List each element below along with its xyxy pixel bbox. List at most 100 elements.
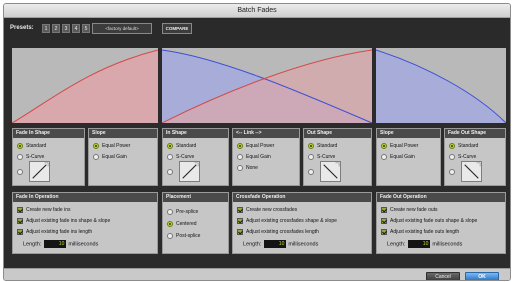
factory-default-menu[interactable]: <factory default> [92,23,152,34]
radio-icon[interactable] [237,142,243,149]
out-shape-standard[interactable]: Standard [308,142,337,150]
option-label: Create new crossfades [246,207,298,213]
radio-icon[interactable] [167,142,173,149]
radio-icon[interactable] [308,168,314,175]
placement-post-splice[interactable]: Post-splice [167,232,200,240]
fade-in-slope-equal-power[interactable]: Equal Power [93,142,130,150]
radio-icon[interactable] [93,142,99,149]
checkbox-icon[interactable] [237,228,243,235]
fade-in-shape-panel: Fade In Shape Standard S-Curve [12,128,85,186]
preset-button-3[interactable]: 3 [62,24,70,33]
in-shape-standard[interactable]: Standard [167,142,196,150]
panel-title: Fade Out Shape [445,129,505,138]
placement-pre-splice[interactable]: Pre-splice [167,208,198,216]
radio-icon[interactable] [17,142,23,149]
option-label: Equal Gain [246,154,271,160]
radio-icon[interactable] [93,153,99,160]
checkbox-icon[interactable] [237,217,243,224]
radio-icon[interactable] [167,232,173,239]
checkbox-icon[interactable] [381,228,387,235]
radio-icon[interactable] [381,142,387,149]
fade-in-shape-custom[interactable] [17,168,26,176]
fade-out-shape-standard[interactable]: Standard [449,142,478,150]
radio-icon[interactable] [237,164,243,171]
ok-button[interactable]: OK [465,272,499,280]
crossfade-length-field[interactable]: 10 [264,240,287,248]
fade-in-length-field[interactable]: 10 [44,240,67,248]
radio-icon[interactable] [167,208,173,215]
cancel-button[interactable]: Cancel [426,272,460,280]
create-new-fade-ins-checkbox[interactable]: Create new fade ins [17,206,70,214]
fade-in-shape-standard[interactable]: Standard [17,142,46,150]
create-new-fade-outs-checkbox[interactable]: Create new fade outs [381,206,438,214]
in-shape-custom[interactable] [167,168,176,176]
out-shape-custom[interactable] [308,168,317,176]
radio-icon[interactable] [237,153,243,160]
fade-out-shape-panel: Fade Out Shape Standard S-Curve [444,128,506,186]
fade-out-slope-equal-power[interactable]: Equal Power [381,142,418,150]
fade-in-graph[interactable] [12,48,158,123]
option-label: None [246,165,258,171]
link-equal-power[interactable]: Equal Power [237,142,274,150]
radio-icon[interactable] [167,153,173,160]
radio-icon[interactable] [17,168,23,175]
fade-out-graph[interactable] [376,48,506,123]
fade-out-slope-panel: Slope Equal Power Equal Gain [376,128,441,186]
length-label: Length: [243,241,262,248]
compare-button[interactable]: COMPARE [162,23,192,34]
adjust-crossfades-length-checkbox[interactable]: Adjust existing crossfades length [237,228,319,236]
checkbox-icon[interactable] [17,228,23,235]
preset-button-4[interactable]: 4 [72,24,80,33]
radio-icon[interactable] [167,220,173,227]
adjust-crossfades-shape-checkbox[interactable]: Adjust existing crossfades shape & slope [237,217,337,225]
option-label: Create new fade ins [26,207,71,213]
link-equal-gain[interactable]: Equal Gain [237,153,271,161]
checkbox-icon[interactable] [17,206,23,213]
panel-title: Crossfade Operation [233,193,371,202]
checkbox-icon[interactable] [381,217,387,224]
panel-title: Fade In Shape [13,129,84,138]
out-curve-preview-icon[interactable] [320,161,341,182]
checkbox-icon[interactable] [237,206,243,213]
link-panel: <-- Link --> Equal Power Equal Gain None [232,128,300,186]
fade-out-shape-custom[interactable] [449,168,458,176]
radio-icon[interactable] [449,168,455,175]
fade-out-operation-panel: Fade Out Operation Create new fade outs … [376,192,506,254]
out-shape-s-curve[interactable]: S-Curve [308,153,335,161]
preset-button-5[interactable]: 5 [82,24,90,33]
fade-in-curve-preview-icon[interactable] [29,161,50,182]
adjust-fade-ins-shape-checkbox[interactable]: Adjust existing fade ins shape & slope [17,217,110,225]
fade-out-curve-preview-icon[interactable] [461,161,482,182]
checkbox-icon[interactable] [381,206,387,213]
editor-area: Fade In Shape Standard S-Curve Slope Equ… [4,40,510,268]
radio-icon[interactable] [17,153,23,160]
preset-button-2[interactable]: 2 [52,24,60,33]
link-none[interactable]: None [237,164,258,172]
in-shape-s-curve[interactable]: S-Curve [167,153,194,161]
crossfade-graph[interactable] [162,48,372,123]
radio-icon[interactable] [449,142,455,149]
create-new-crossfades-checkbox[interactable]: Create new crossfades [237,206,297,214]
option-label: Standard [26,143,47,149]
placement-centered[interactable]: Centered [167,220,197,228]
radio-icon[interactable] [381,153,387,160]
fade-out-length-field[interactable]: 10 [408,240,431,248]
fade-in-length-row: Length: 10 milliseconds [23,240,98,249]
option-label: Post-splice [176,233,201,239]
radio-icon[interactable] [449,153,455,160]
fade-in-shape-s-curve[interactable]: S-Curve [17,153,44,161]
checkbox-icon[interactable] [17,217,23,224]
fade-in-slope-equal-gain[interactable]: Equal Gain [93,153,127,161]
option-label: Standard [317,143,338,149]
radio-icon[interactable] [308,153,314,160]
adjust-fade-outs-length-checkbox[interactable]: Adjust existing fade outs length [381,228,459,236]
fade-out-shape-s-curve[interactable]: S-Curve [449,153,476,161]
preset-button-1[interactable]: 1 [42,24,50,33]
panel-title: Out Shape [304,129,371,138]
adjust-fade-ins-length-checkbox[interactable]: Adjust existing fade ins length [17,228,92,236]
adjust-fade-outs-shape-checkbox[interactable]: Adjust existing fade outs shape & slope [381,217,477,225]
in-curve-preview-icon[interactable] [179,161,200,182]
radio-icon[interactable] [167,168,173,175]
fade-out-slope-equal-gain[interactable]: Equal Gain [381,153,415,161]
radio-icon[interactable] [308,142,314,149]
